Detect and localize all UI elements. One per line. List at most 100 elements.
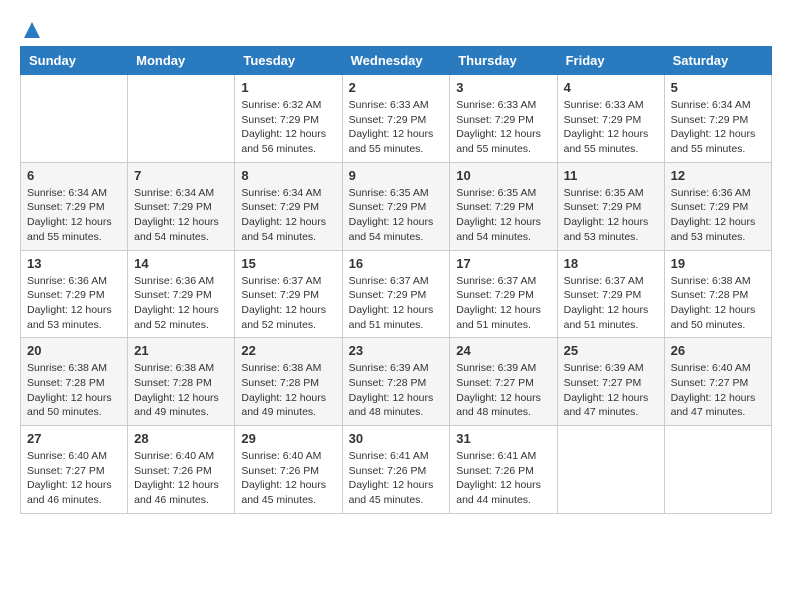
day-cell: 10 Sunrise: 6:35 AM Sunset: 7:29 PM Dayli… [450, 162, 557, 250]
header-cell-friday: Friday [557, 47, 664, 75]
week-row-4: 20 Sunrise: 6:38 AM Sunset: 7:28 PM Dayli… [21, 338, 772, 426]
header-cell-monday: Monday [128, 47, 235, 75]
header-cell-thursday: Thursday [450, 47, 557, 75]
day-cell: 17 Sunrise: 6:37 AM Sunset: 7:29 PM Dayli… [450, 250, 557, 338]
day-number: 23 [349, 343, 444, 358]
day-number: 12 [671, 168, 765, 183]
day-cell: 4 Sunrise: 6:33 AM Sunset: 7:29 PM Daylig… [557, 75, 664, 163]
week-row-3: 13 Sunrise: 6:36 AM Sunset: 7:29 PM Dayli… [21, 250, 772, 338]
day-number: 17 [456, 256, 550, 271]
day-cell: 25 Sunrise: 6:39 AM Sunset: 7:27 PM Dayli… [557, 338, 664, 426]
day-info: Sunrise: 6:36 AM Sunset: 7:29 PM Dayligh… [671, 186, 765, 245]
week-row-1: 1 Sunrise: 6:32 AM Sunset: 7:29 PM Daylig… [21, 75, 772, 163]
day-info: Sunrise: 6:34 AM Sunset: 7:29 PM Dayligh… [27, 186, 121, 245]
day-cell: 14 Sunrise: 6:36 AM Sunset: 7:29 PM Dayli… [128, 250, 235, 338]
day-number: 20 [27, 343, 121, 358]
day-number: 13 [27, 256, 121, 271]
day-info: Sunrise: 6:40 AM Sunset: 7:27 PM Dayligh… [671, 361, 765, 420]
day-cell: 6 Sunrise: 6:34 AM Sunset: 7:29 PM Daylig… [21, 162, 128, 250]
day-info: Sunrise: 6:40 AM Sunset: 7:26 PM Dayligh… [134, 449, 228, 508]
day-number: 26 [671, 343, 765, 358]
day-cell: 9 Sunrise: 6:35 AM Sunset: 7:29 PM Daylig… [342, 162, 450, 250]
day-info: Sunrise: 6:37 AM Sunset: 7:29 PM Dayligh… [564, 274, 658, 333]
day-cell [557, 426, 664, 514]
logo-icon [22, 20, 42, 40]
day-number: 18 [564, 256, 658, 271]
day-cell [21, 75, 128, 163]
day-number: 14 [134, 256, 228, 271]
day-number: 24 [456, 343, 550, 358]
day-cell: 27 Sunrise: 6:40 AM Sunset: 7:27 PM Dayli… [21, 426, 128, 514]
day-info: Sunrise: 6:36 AM Sunset: 7:29 PM Dayligh… [134, 274, 228, 333]
day-info: Sunrise: 6:33 AM Sunset: 7:29 PM Dayligh… [564, 98, 658, 157]
page-header [20, 20, 772, 36]
day-cell: 5Sunrise: 6:34 AM Sunset: 7:29 PM Daylig… [664, 75, 771, 163]
day-number: 5 [671, 80, 765, 95]
day-cell: 13 Sunrise: 6:36 AM Sunset: 7:29 PM Dayli… [21, 250, 128, 338]
logo [20, 20, 42, 36]
day-cell: 1 Sunrise: 6:32 AM Sunset: 7:29 PM Daylig… [235, 75, 342, 163]
day-number: 15 [241, 256, 335, 271]
day-info: Sunrise: 6:33 AM Sunset: 7:29 PM Dayligh… [456, 98, 550, 157]
day-info: Sunrise: 6:38 AM Sunset: 7:28 PM Dayligh… [134, 361, 228, 420]
week-row-5: 27 Sunrise: 6:40 AM Sunset: 7:27 PM Dayli… [21, 426, 772, 514]
day-info: Sunrise: 6:40 AM Sunset: 7:27 PM Dayligh… [27, 449, 121, 508]
day-number: 3 [456, 80, 550, 95]
day-number: 27 [27, 431, 121, 446]
day-info: Sunrise: 6:35 AM Sunset: 7:29 PM Dayligh… [564, 186, 658, 245]
day-cell: 15Sunrise: 6:37 AM Sunset: 7:29 PM Dayli… [235, 250, 342, 338]
day-info: Sunrise: 6:38 AM Sunset: 7:28 PM Dayligh… [671, 274, 765, 333]
day-number: 7 [134, 168, 228, 183]
day-number: 16 [349, 256, 444, 271]
day-info: Sunrise: 6:41 AM Sunset: 7:26 PM Dayligh… [349, 449, 444, 508]
day-cell: 8 Sunrise: 6:34 AM Sunset: 7:29 PM Daylig… [235, 162, 342, 250]
calendar-body: 1 Sunrise: 6:32 AM Sunset: 7:29 PM Daylig… [21, 75, 772, 514]
day-number: 30 [349, 431, 444, 446]
calendar-table: SundayMondayTuesdayWednesdayThursdayFrid… [20, 46, 772, 514]
day-cell: 7 Sunrise: 6:34 AM Sunset: 7:29 PM Daylig… [128, 162, 235, 250]
day-info: Sunrise: 6:37 AM Sunset: 7:29 PM Dayligh… [349, 274, 444, 333]
day-cell: 12 Sunrise: 6:36 AM Sunset: 7:29 PM Dayli… [664, 162, 771, 250]
day-number: 22 [241, 343, 335, 358]
day-number: 11 [564, 168, 658, 183]
header-cell-tuesday: Tuesday [235, 47, 342, 75]
day-cell: 21Sunrise: 6:38 AM Sunset: 7:28 PM Dayli… [128, 338, 235, 426]
day-number: 19 [671, 256, 765, 271]
day-info: Sunrise: 6:37 AM Sunset: 7:29 PM Dayligh… [456, 274, 550, 333]
day-number: 8 [241, 168, 335, 183]
header-cell-wednesday: Wednesday [342, 47, 450, 75]
day-info: Sunrise: 6:32 AM Sunset: 7:29 PM Dayligh… [241, 98, 335, 157]
day-info: Sunrise: 6:36 AM Sunset: 7:29 PM Dayligh… [27, 274, 121, 333]
day-number: 10 [456, 168, 550, 183]
day-info: Sunrise: 6:39 AM Sunset: 7:27 PM Dayligh… [456, 361, 550, 420]
day-cell: 16 Sunrise: 6:37 AM Sunset: 7:29 PM Dayli… [342, 250, 450, 338]
header-row: SundayMondayTuesdayWednesdayThursdayFrid… [21, 47, 772, 75]
day-info: Sunrise: 6:33 AM Sunset: 7:29 PM Dayligh… [349, 98, 444, 157]
day-cell: 19 Sunrise: 6:38 AM Sunset: 7:28 PM Dayli… [664, 250, 771, 338]
day-info: Sunrise: 6:38 AM Sunset: 7:28 PM Dayligh… [241, 361, 335, 420]
day-info: Sunrise: 6:35 AM Sunset: 7:29 PM Dayligh… [456, 186, 550, 245]
day-info: Sunrise: 6:34 AM Sunset: 7:29 PM Dayligh… [134, 186, 228, 245]
day-cell: 31 Sunrise: 6:41 AM Sunset: 7:26 PM Dayli… [450, 426, 557, 514]
day-number: 31 [456, 431, 550, 446]
day-cell: 18 Sunrise: 6:37 AM Sunset: 7:29 PM Dayli… [557, 250, 664, 338]
day-cell: 20Sunrise: 6:38 AM Sunset: 7:28 PM Dayli… [21, 338, 128, 426]
day-cell [128, 75, 235, 163]
day-info: Sunrise: 6:41 AM Sunset: 7:26 PM Dayligh… [456, 449, 550, 508]
day-number: 29 [241, 431, 335, 446]
day-number: 25 [564, 343, 658, 358]
day-cell [664, 426, 771, 514]
day-number: 4 [564, 80, 658, 95]
day-info: Sunrise: 6:34 AM Sunset: 7:29 PM Dayligh… [241, 186, 335, 245]
day-info: Sunrise: 6:39 AM Sunset: 7:27 PM Dayligh… [564, 361, 658, 420]
day-number: 6 [27, 168, 121, 183]
day-number: 1 [241, 80, 335, 95]
day-cell: 29Sunrise: 6:40 AM Sunset: 7:26 PM Dayli… [235, 426, 342, 514]
day-cell: 11 Sunrise: 6:35 AM Sunset: 7:29 PM Dayli… [557, 162, 664, 250]
day-cell: 30 Sunrise: 6:41 AM Sunset: 7:26 PM Dayli… [342, 426, 450, 514]
day-info: Sunrise: 6:35 AM Sunset: 7:29 PM Dayligh… [349, 186, 444, 245]
day-info: Sunrise: 6:39 AM Sunset: 7:28 PM Dayligh… [349, 361, 444, 420]
day-number: 28 [134, 431, 228, 446]
day-number: 9 [349, 168, 444, 183]
calendar-header: SundayMondayTuesdayWednesdayThursdayFrid… [21, 47, 772, 75]
